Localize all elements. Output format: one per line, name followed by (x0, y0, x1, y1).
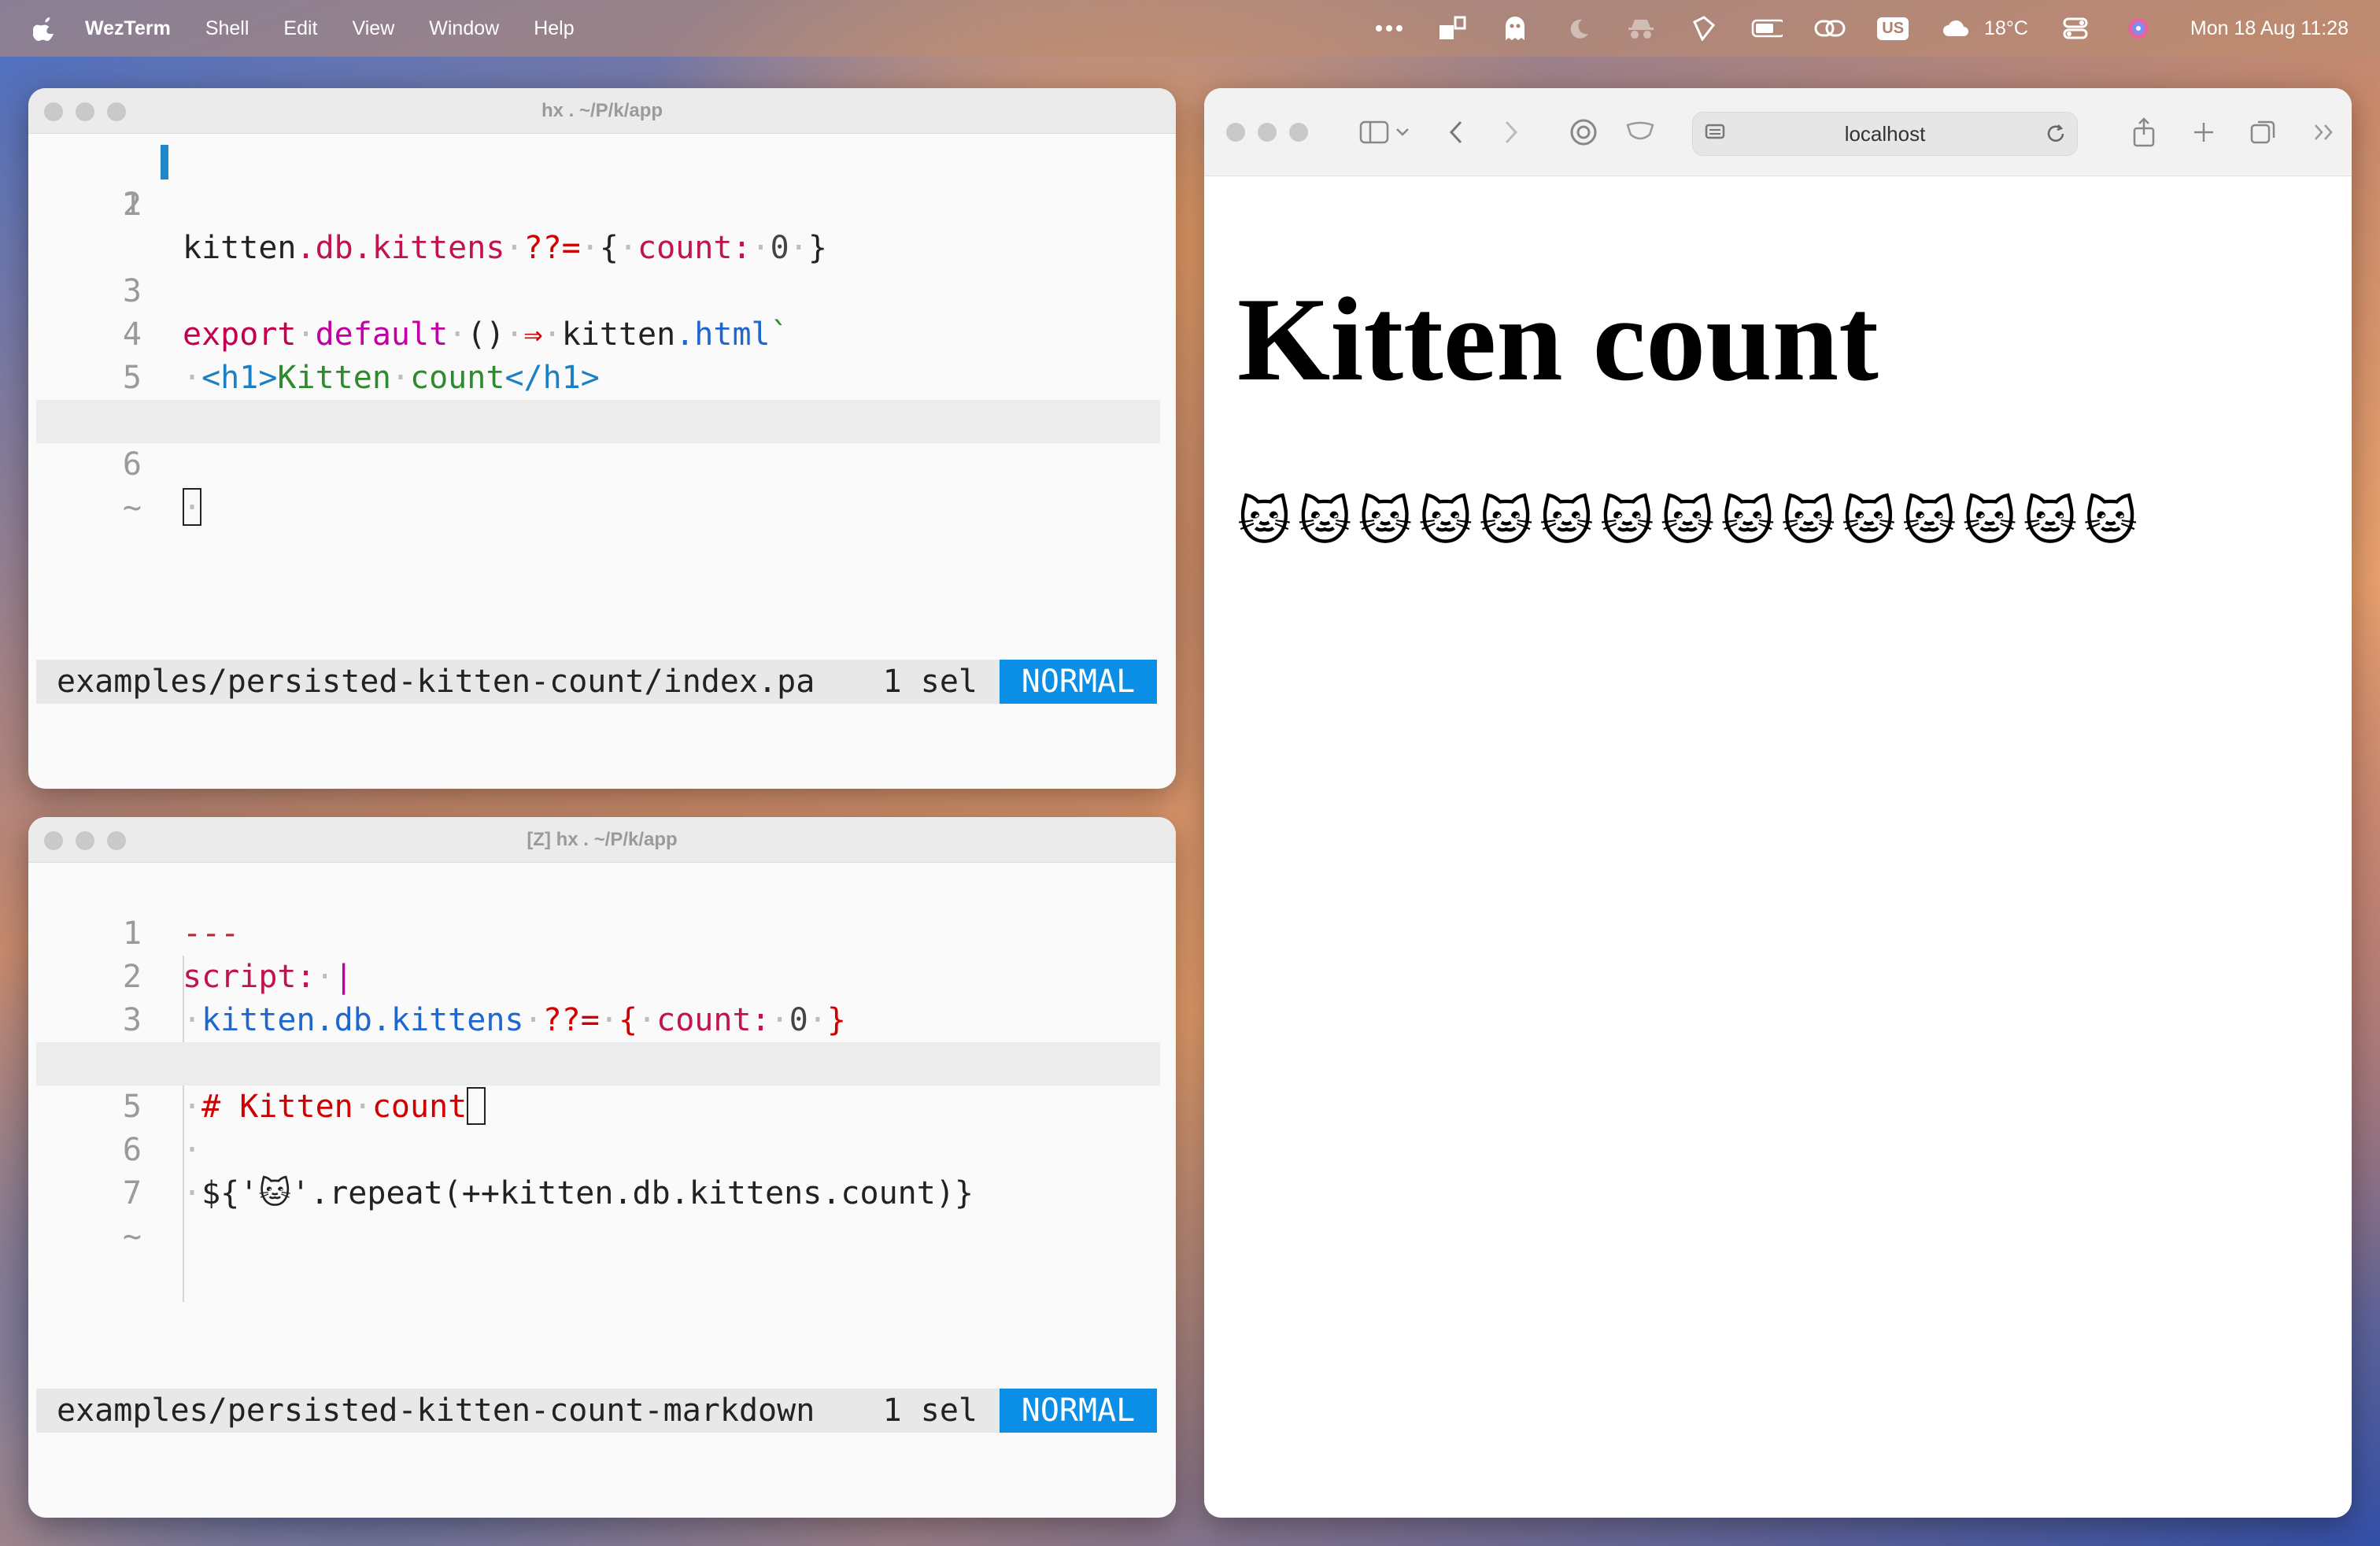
code-line-4: 4 ·<h1>Kitten·count</h1> (122, 316, 600, 396)
titlebar[interactable]: hx . ~/P/k/app (28, 88, 1176, 134)
git-change-marker (161, 145, 168, 179)
menubar-clock[interactable]: Mon 18 Aug 11:28 (2190, 17, 2349, 40)
menu-app-name[interactable]: WezTerm (85, 17, 171, 40)
selection-count: 1 sel (882, 664, 978, 700)
editor2-statusline: examples/persisted-kitten-count-markdown… (36, 1389, 1157, 1433)
battery-icon[interactable] (1751, 14, 1783, 43)
link-icon[interactable] (1814, 14, 1846, 43)
more-icon[interactable] (1373, 14, 1405, 43)
code-line-1: 1 --- (122, 915, 240, 952)
privacy-icon[interactable] (1568, 117, 1599, 148)
back-icon[interactable] (1440, 117, 1472, 148)
more-toolbar-icon[interactable] (2309, 117, 2341, 148)
code-line-7: 7 ·${'🐱'.repeat(++kitten.db.kittens.count… (122, 1175, 974, 1211)
address-bar[interactable]: localhost (1692, 112, 2078, 156)
code-line-2: 2 (122, 187, 142, 223)
reload-icon[interactable] (2044, 122, 2068, 150)
new-tab-icon[interactable] (2188, 117, 2219, 148)
code-line-3: 3 ·kitten.db.kittens·??=·{·count:·0·} (122, 1002, 846, 1038)
file-path: examples/persisted-kitten-count-markdown (57, 1393, 815, 1429)
editor2-lines: 1 --- 2 script:·| 3 ·kitten.db.kittens·??=·… (36, 869, 1160, 1302)
traffic-lights (1226, 123, 1321, 142)
web-page-content: Kitten count 🐱🐱🐱🐱🐱🐱🐱🐱🐱🐱🐱🐱🐱🐱🐱 (1204, 176, 2352, 1518)
chevron-down-icon[interactable] (1393, 117, 1412, 148)
cloud-icon[interactable] (1940, 14, 1972, 43)
code-line-5: 5 ·# Kitten·count (36, 1042, 1160, 1125)
zoom-button[interactable] (1289, 123, 1308, 142)
incognito-icon[interactable] (1625, 14, 1657, 43)
forward-icon[interactable] (1495, 117, 1527, 148)
page-heading: Kitten count (1237, 273, 1879, 405)
editor1-lines: 1 kitten.db.kittens·??=·{·count:·0·} 2 3… (36, 140, 1160, 581)
code-line-4: 4--- (36, 999, 1160, 1082)
menu-edit[interactable]: Edit (283, 17, 317, 40)
shield-icon[interactable] (1624, 117, 1656, 148)
selection-count: 1 sel (882, 1393, 978, 1429)
editor1-statusline: examples/persisted-kitten-count/index.pa… (36, 660, 1157, 704)
browser-toolbar: localhost (1204, 88, 2352, 176)
menu-view[interactable]: View (353, 17, 395, 40)
code-line-5: 5 ·<p>${'🐱'.repeat(++kitten.db.kittens.c… (122, 360, 1107, 439)
empty-line-marker: ~ (122, 1219, 142, 1255)
menu-help[interactable]: Help (534, 17, 574, 40)
menu-bar: WezTerm Shell Edit View Window Help US 1… (0, 0, 2380, 57)
titlebar[interactable]: [Z] hx . ~/P/k/app (28, 817, 1176, 863)
file-path: examples/persisted-kitten-count/index.pa (57, 664, 815, 700)
menu-window[interactable]: Window (429, 17, 499, 40)
window-tiling-icon[interactable] (1436, 14, 1468, 43)
keyboard-layout-badge[interactable]: US (1877, 17, 1909, 40)
moon-icon[interactable] (1562, 14, 1594, 43)
share-icon[interactable] (2128, 117, 2160, 148)
browser-window: localhost Kitten count 🐱🐱🐱🐱🐱🐱🐱🐱🐱🐱🐱🐱🐱🐱🐱 (1204, 88, 2352, 1518)
sidebar-icon[interactable] (1358, 117, 1390, 148)
clipboard-tool-icon[interactable] (1688, 14, 1720, 43)
window-title: hx . ~/P/k/app (541, 100, 663, 121)
wrap-indicator: ↪ (36, 357, 1160, 435)
menu-shell[interactable]: Shell (205, 17, 249, 40)
code-line-2: 2 script:·| (122, 959, 353, 995)
apple-icon[interactable] (30, 14, 58, 43)
code-line-6: 6 · (122, 1132, 202, 1168)
close-button[interactable] (1226, 123, 1245, 142)
code-line-1: 1 kitten.db.kittens·??=·{·count:·0·} (36, 140, 1160, 266)
ghost-icon[interactable] (1499, 14, 1531, 43)
control-center-icon[interactable] (2060, 14, 2091, 43)
kitten-emoji-row: 🐱🐱🐱🐱🐱🐱🐱🐱🐱🐱🐱🐱🐱🐱🐱 (1237, 491, 2145, 552)
code-line-3: 3 export·default·()·⇒·kitten.html` (122, 273, 789, 353)
window-title: [Z] hx . ~/P/k/app (527, 829, 678, 850)
empty-line-marker: ~ · (122, 490, 202, 526)
tab-overview-icon[interactable] (2248, 117, 2279, 148)
mode-indicator: NORMAL (1000, 660, 1157, 704)
url-text: localhost (1844, 122, 1926, 146)
mode-indicator: NORMAL (1000, 1389, 1157, 1433)
minimize-button[interactable] (1258, 123, 1277, 142)
weather-temperature[interactable]: 18°C (1984, 17, 2028, 40)
siri-icon[interactable] (2123, 14, 2154, 43)
code-line-6: 6 (36, 400, 1160, 526)
